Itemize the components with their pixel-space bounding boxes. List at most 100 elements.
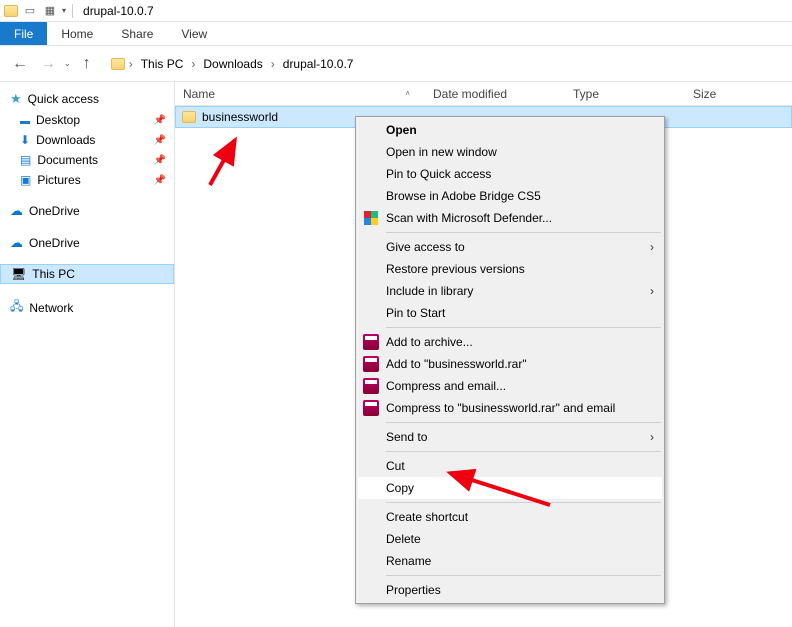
menu-open-new-window[interactable]: Open in new window	[358, 141, 662, 163]
pictures-icon	[20, 173, 31, 187]
sidebar-item-downloads[interactable]: Downloads 📌	[0, 130, 174, 150]
menu-create-shortcut[interactable]: Create shortcut	[358, 506, 662, 528]
menu-rename[interactable]: Rename	[358, 550, 662, 572]
sidebar-item-label: Network	[29, 301, 73, 315]
menu-open[interactable]: Open	[358, 119, 662, 141]
menu-label: Include in library	[386, 284, 473, 298]
downloads-icon	[20, 133, 30, 147]
tab-share[interactable]: Share	[107, 22, 167, 45]
ribbon: File Home Share View	[0, 22, 792, 46]
sidebar-onedrive[interactable]: OneDrive	[0, 232, 174, 254]
pin-icon: 📌	[154, 175, 166, 186]
shield-icon	[362, 209, 380, 227]
sort-indicator-icon: ˄	[405, 89, 410, 98]
nav-recent-icon[interactable]: ⌄	[64, 59, 71, 68]
qat-customize-icon[interactable]: ▾	[62, 6, 66, 15]
sidebar-network[interactable]: Network	[0, 294, 174, 321]
menu-restore-versions[interactable]: Restore previous versions	[358, 258, 662, 280]
sidebar-this-pc[interactable]: This PC	[0, 264, 174, 284]
cloud-icon	[10, 203, 23, 219]
tab-home[interactable]: Home	[47, 22, 107, 45]
menu-compress-email[interactable]: Compress and email...	[358, 375, 662, 397]
menu-label: Compress to "businessworld.rar" and emai…	[386, 401, 615, 415]
star-icon	[10, 91, 22, 107]
menu-label: Scan with Microsoft Defender...	[386, 211, 552, 225]
sidebar-item-desktop[interactable]: Desktop 📌	[0, 110, 174, 130]
sidebar-item-documents[interactable]: Documents 📌	[0, 150, 174, 170]
network-icon	[10, 297, 23, 318]
folder-icon	[111, 58, 125, 70]
menu-separator	[386, 327, 661, 328]
tab-view[interactable]: View	[167, 22, 221, 45]
file-name: businessworld	[202, 110, 278, 124]
sidebar-item-label: Desktop	[36, 113, 80, 127]
archive-icon	[362, 333, 380, 351]
qat-properties-icon[interactable]: ▭	[22, 3, 38, 19]
menu-copy[interactable]: Copy	[358, 477, 662, 499]
menu-label: Add to archive...	[386, 335, 473, 349]
nav-up-icon[interactable]: ↑	[75, 52, 99, 76]
sidebar-item-label: Pictures	[37, 173, 80, 187]
menu-separator	[386, 451, 661, 452]
column-header-name[interactable]: Name ˄	[175, 87, 425, 101]
column-header-type[interactable]: Type	[565, 87, 685, 101]
chevron-right-icon: ›	[650, 240, 654, 254]
menu-separator	[386, 232, 661, 233]
navbar: ← → ⌄ ↑ › This PC › Downloads › drupal-1…	[0, 46, 792, 82]
nav-forward-icon: →	[36, 52, 60, 76]
menu-include-library[interactable]: Include in library ›	[358, 280, 662, 302]
pin-icon: 📌	[154, 115, 166, 126]
chevron-right-icon[interactable]: ›	[191, 57, 195, 71]
pin-icon: 📌	[154, 155, 166, 166]
chevron-right-icon[interactable]: ›	[271, 57, 275, 71]
menu-send-to[interactable]: Send to ›	[358, 426, 662, 448]
menu-give-access[interactable]: Give access to ›	[358, 236, 662, 258]
menu-delete[interactable]: Delete	[358, 528, 662, 550]
sidebar-quick-access[interactable]: Quick access	[0, 88, 174, 110]
qat-new-folder-icon[interactable]: ▦	[42, 3, 58, 19]
sidebar-item-label: Documents	[37, 153, 98, 167]
breadcrumb-part[interactable]: Downloads	[199, 55, 266, 73]
pc-icon	[11, 267, 26, 281]
column-header-date[interactable]: Date modified	[425, 87, 565, 101]
window-title: drupal-10.0.7	[83, 4, 154, 18]
menu-pin-start[interactable]: Pin to Start	[358, 302, 662, 324]
sidebar-item-label: Quick access	[28, 92, 99, 106]
breadcrumb-part[interactable]: This PC	[137, 55, 188, 73]
desktop-icon	[20, 113, 30, 127]
chevron-right-icon[interactable]: ›	[129, 57, 133, 71]
menu-properties[interactable]: Properties	[358, 579, 662, 601]
chevron-right-icon: ›	[650, 284, 654, 298]
menu-cut[interactable]: Cut	[358, 455, 662, 477]
menu-label: Compress and email...	[386, 379, 506, 393]
sidebar-item-label: OneDrive	[29, 204, 80, 218]
menu-label: Send to	[386, 430, 427, 444]
menu-adobe-bridge[interactable]: Browse in Adobe Bridge CS5	[358, 185, 662, 207]
sidebar-onedrive[interactable]: OneDrive	[0, 200, 174, 222]
nav-back-icon[interactable]: ←	[8, 52, 32, 76]
chevron-right-icon: ›	[650, 430, 654, 444]
folder-icon	[182, 111, 196, 123]
breadcrumb-part[interactable]: drupal-10.0.7	[279, 55, 358, 73]
breadcrumb[interactable]: › This PC › Downloads › drupal-10.0.7	[111, 55, 784, 73]
sidebar-item-pictures[interactable]: Pictures 📌	[0, 170, 174, 190]
sidebar-item-label: Downloads	[36, 133, 95, 147]
pin-icon: 📌	[154, 135, 166, 146]
menu-separator	[386, 502, 661, 503]
titlebar: ▭ ▦ ▾ drupal-10.0.7	[0, 0, 792, 22]
nav-pane: Quick access Desktop 📌 Downloads 📌 Docum…	[0, 82, 175, 627]
divider	[72, 4, 73, 18]
menu-separator	[386, 575, 661, 576]
column-header-size[interactable]: Size	[685, 87, 765, 101]
menu-defender[interactable]: Scan with Microsoft Defender...	[358, 207, 662, 229]
menu-add-rar[interactable]: Add to "businessworld.rar"	[358, 353, 662, 375]
archive-icon	[362, 355, 380, 373]
menu-label: Add to "businessworld.rar"	[386, 357, 527, 371]
menu-add-archive[interactable]: Add to archive...	[358, 331, 662, 353]
sidebar-item-label: This PC	[32, 267, 75, 281]
file-tab[interactable]: File	[0, 22, 47, 45]
menu-compress-rar-email[interactable]: Compress to "businessworld.rar" and emai…	[358, 397, 662, 419]
menu-pin-quick-access[interactable]: Pin to Quick access	[358, 163, 662, 185]
menu-label: Give access to	[386, 240, 465, 254]
sidebar-item-label: OneDrive	[29, 236, 80, 250]
